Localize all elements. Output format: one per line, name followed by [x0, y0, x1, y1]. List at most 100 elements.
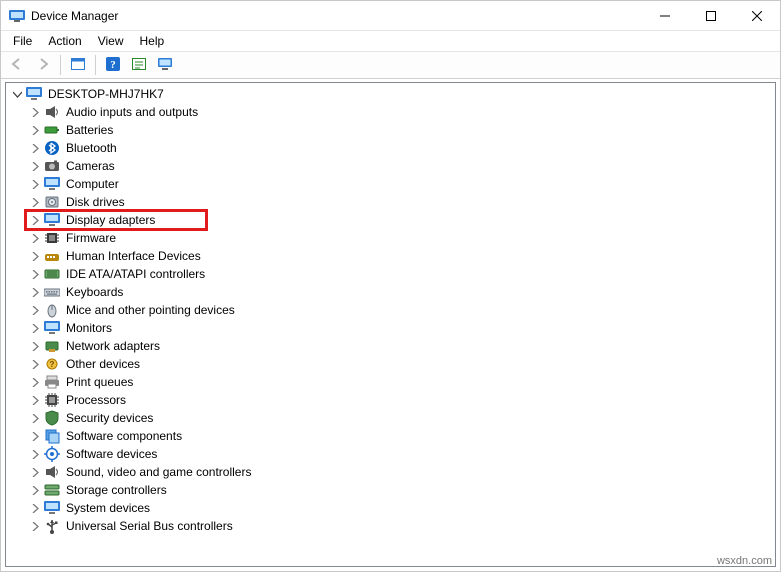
chevron-down-icon[interactable] [10, 87, 24, 101]
monitor-icon [44, 212, 60, 228]
tree-node-softcomp[interactable]: Software components [6, 427, 775, 445]
tree-node-audio[interactable]: Audio inputs and outputs [6, 103, 775, 121]
tree-node-network[interactable]: Network adapters [6, 337, 775, 355]
tree-node-label: Mice and other pointing devices [64, 301, 237, 319]
tree-node-label: Processors [64, 391, 128, 409]
tree-node-disk[interactable]: Disk drives [6, 193, 775, 211]
properties-icon [131, 56, 147, 75]
tree-node-mice[interactable]: Mice and other pointing devices [6, 301, 775, 319]
tree-node-batteries[interactable]: Batteries [6, 121, 775, 139]
app-icon [9, 8, 25, 24]
tree-node-cameras[interactable]: Cameras [6, 157, 775, 175]
tree-node-display[interactable]: Display adapters [6, 211, 775, 229]
tree-node-sound[interactable]: Sound, video and game controllers [6, 463, 775, 481]
chevron-right-icon[interactable] [28, 105, 42, 119]
chevron-right-icon[interactable] [28, 213, 42, 227]
tree-node-label: Software devices [64, 445, 159, 463]
tree-node-label: Print queues [64, 373, 135, 391]
tree-node-label: Computer [64, 175, 121, 193]
chevron-right-icon[interactable] [28, 411, 42, 425]
tree-node-label: Storage controllers [64, 481, 169, 499]
sound-icon [44, 464, 60, 480]
printer-icon [44, 374, 60, 390]
tree-node-label: Cameras [64, 157, 117, 175]
tree-node-processors[interactable]: Processors [6, 391, 775, 409]
tree-node-label: Monitors [64, 319, 114, 337]
tree-node-label: Network adapters [64, 337, 162, 355]
tree-node-keyboards[interactable]: Keyboards [6, 283, 775, 301]
window-title: Device Manager [31, 9, 642, 23]
toolbar-scan-button[interactable] [153, 53, 177, 77]
bluetooth-icon [44, 140, 60, 156]
chevron-right-icon[interactable] [28, 483, 42, 497]
toolbar-back-button[interactable] [5, 53, 29, 77]
tree-node-storage[interactable]: Storage controllers [6, 481, 775, 499]
chevron-right-icon[interactable] [28, 231, 42, 245]
tree-node-firmware[interactable]: Firmware [6, 229, 775, 247]
toolbar-show-hidden-button[interactable] [66, 53, 90, 77]
tree-node-label: Keyboards [64, 283, 125, 301]
tree-node-monitors[interactable]: Monitors [6, 319, 775, 337]
menu-help[interactable]: Help [132, 32, 173, 50]
device-tree-panel[interactable]: DESKTOP-MHJ7HK7Audio inputs and outputsB… [5, 82, 776, 567]
tree-root-label: DESKTOP-MHJ7HK7 [46, 85, 166, 103]
monitor-scan-icon [157, 56, 173, 75]
tree-node-computer[interactable]: Computer [6, 175, 775, 193]
toolbar-properties-button[interactable] [127, 53, 151, 77]
menu-action[interactable]: Action [40, 32, 89, 50]
chevron-right-icon[interactable] [28, 303, 42, 317]
toolbar: ? [1, 51, 780, 79]
usb-icon [44, 518, 60, 534]
chevron-right-icon[interactable] [28, 249, 42, 263]
cpu-icon [44, 392, 60, 408]
chevron-right-icon[interactable] [28, 429, 42, 443]
toolbar-help-button[interactable]: ? [101, 53, 125, 77]
chevron-right-icon[interactable] [28, 321, 42, 335]
chevron-right-icon[interactable] [28, 267, 42, 281]
network-icon [44, 338, 60, 354]
chevron-right-icon[interactable] [28, 177, 42, 191]
tree-node-softdev[interactable]: Software devices [6, 445, 775, 463]
menu-view[interactable]: View [90, 32, 132, 50]
other-icon [44, 356, 60, 372]
chevron-right-icon[interactable] [28, 141, 42, 155]
minimize-button[interactable] [642, 1, 688, 30]
tree-node-usb[interactable]: Universal Serial Bus controllers [6, 517, 775, 535]
chevron-right-icon[interactable] [28, 357, 42, 371]
tree-node-other[interactable]: Other devices [6, 355, 775, 373]
close-button[interactable] [734, 1, 780, 30]
chevron-right-icon[interactable] [28, 519, 42, 533]
chevron-right-icon[interactable] [28, 159, 42, 173]
toolbar-forward-button[interactable] [31, 53, 55, 77]
panel-icon [70, 56, 86, 75]
chevron-right-icon[interactable] [28, 285, 42, 299]
tree-node-bluetooth[interactable]: Bluetooth [6, 139, 775, 157]
device-tree: DESKTOP-MHJ7HK7Audio inputs and outputsB… [6, 85, 775, 535]
speaker-icon [44, 104, 60, 120]
tree-node-system[interactable]: System devices [6, 499, 775, 517]
tree-node-printq[interactable]: Print queues [6, 373, 775, 391]
tree-node-label: Universal Serial Bus controllers [64, 517, 235, 535]
tree-node-ide[interactable]: IDE ATA/ATAPI controllers [6, 265, 775, 283]
chevron-right-icon[interactable] [28, 195, 42, 209]
tree-root-node[interactable]: DESKTOP-MHJ7HK7 [6, 85, 775, 103]
chevron-right-icon[interactable] [28, 375, 42, 389]
tree-node-hid[interactable]: Human Interface Devices [6, 247, 775, 265]
ide-icon [44, 266, 60, 282]
softdev-icon [44, 446, 60, 462]
menu-file[interactable]: File [5, 32, 40, 50]
tree-node-security[interactable]: Security devices [6, 409, 775, 427]
chevron-right-icon[interactable] [28, 447, 42, 461]
maximize-button[interactable] [688, 1, 734, 30]
tree-node-label: Display adapters [64, 211, 157, 229]
forward-arrow-icon [35, 56, 51, 75]
computer-icon [26, 86, 42, 102]
chevron-right-icon[interactable] [28, 393, 42, 407]
chevron-right-icon[interactable] [28, 123, 42, 137]
chevron-right-icon[interactable] [28, 501, 42, 515]
chevron-right-icon[interactable] [28, 339, 42, 353]
window-controls [642, 1, 780, 30]
tree-node-label: IDE ATA/ATAPI controllers [64, 265, 207, 283]
chevron-right-icon[interactable] [28, 465, 42, 479]
monitor-icon [44, 176, 60, 192]
